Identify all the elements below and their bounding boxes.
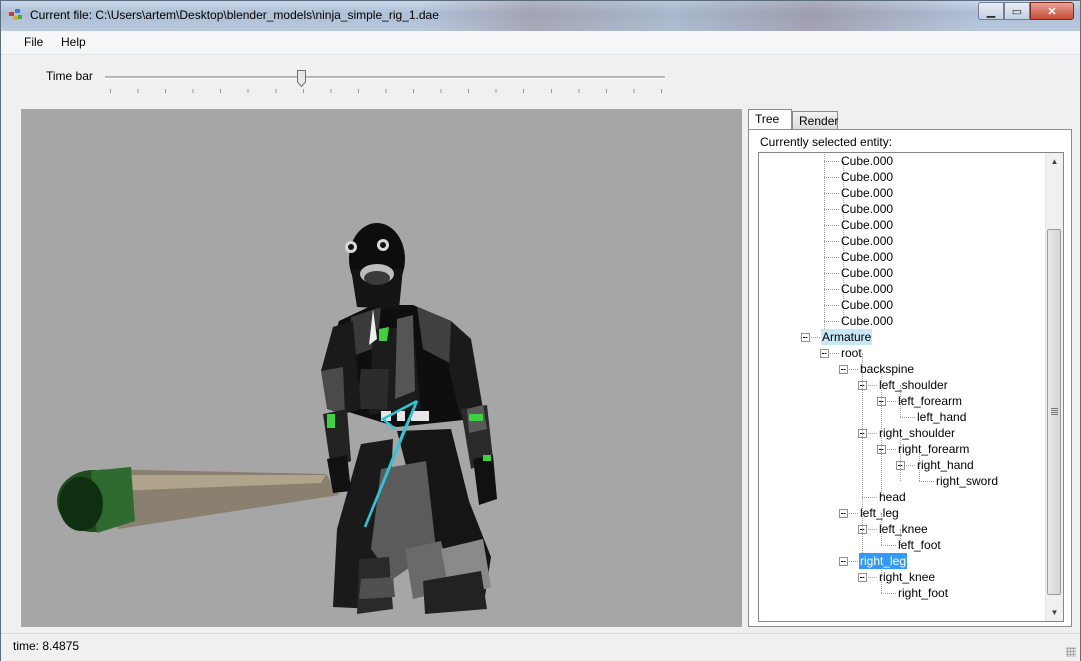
timebar-thumb[interactable] (297, 70, 306, 87)
scene-tree[interactable]: Cube.000 Cube.000 Cube.000 Cube.000 Cube.000… (758, 152, 1064, 622)
tree-guide-line (824, 305, 839, 306)
tree-guide-line (843, 513, 858, 514)
status-bar: time: 8.4875 (1, 633, 1080, 661)
tree-guide-line (824, 209, 839, 210)
tree-guide-line (862, 353, 863, 561)
tree-node[interactable]: Cube.000 (840, 217, 894, 233)
tree-node[interactable]: left_leg (859, 505, 900, 521)
resize-grip-icon[interactable] (1066, 647, 1076, 657)
tree-node[interactable]: left_foot (897, 537, 942, 553)
menu-help[interactable]: Help (61, 35, 86, 49)
tree-guide-line (824, 257, 839, 258)
tree-node[interactable]: right_hand (916, 457, 975, 473)
tree-node[interactable]: Cube.000 (840, 233, 894, 249)
timebar-label: Time bar (46, 69, 93, 83)
scroll-down-arrow[interactable]: ▼ (1046, 604, 1063, 621)
tree-node[interactable]: right_sword (935, 473, 999, 489)
tree-scrollbar[interactable]: ▲ ▼ (1045, 153, 1063, 621)
tree-guide-line (862, 529, 877, 530)
menu-bar: File Help (1, 31, 1080, 55)
tree-guide-line (900, 417, 915, 418)
status-time: time: 8.4875 (13, 639, 80, 653)
ninja-model-render (57, 223, 497, 614)
timebar-slider[interactable] (105, 67, 667, 97)
scroll-up-arrow[interactable]: ▲ (1046, 153, 1063, 170)
caption-buttons: ▁ ▭ ✕ (978, 2, 1074, 21)
title-bar-backdrop (421, 1, 981, 31)
tree-guide-line (843, 561, 858, 562)
tree-guide-line (862, 497, 877, 498)
tree-node[interactable]: left_hand (916, 409, 967, 425)
tab-tree[interactable]: Tree (748, 109, 792, 129)
timebar-track[interactable] (105, 76, 665, 79)
tree-guide-line (881, 449, 896, 450)
3d-viewport[interactable] (21, 109, 742, 627)
tree-guide-line (881, 593, 896, 594)
tree-node[interactable]: Cube.000 (840, 281, 894, 297)
tree-guide-line (862, 433, 877, 434)
tree-guide-line (862, 385, 877, 386)
tree-node[interactable]: head (878, 489, 907, 505)
menu-file[interactable]: File (24, 35, 43, 49)
tree-node[interactable]: left_knee (878, 521, 929, 537)
tree-node[interactable]: right_leg (859, 553, 908, 569)
tree-node[interactable]: Cube.000 (840, 169, 894, 185)
close-button[interactable]: ✕ (1030, 2, 1074, 20)
tree-guide-line (824, 321, 839, 322)
tree-guide-line (824, 161, 839, 162)
tab-render[interactable]: Render (792, 111, 838, 129)
tree-node[interactable]: right_forearm (897, 441, 970, 457)
tree-guide-line (900, 465, 915, 466)
scrollbar-thumb[interactable] (1047, 229, 1061, 595)
tree-node[interactable]: root (840, 345, 863, 361)
tree-guide-line (843, 369, 858, 370)
sword-model (57, 467, 339, 533)
tree-guide-line (824, 177, 839, 178)
tree-node[interactable]: left_forearm (897, 393, 963, 409)
tree-node[interactable]: backspine (859, 361, 915, 377)
tree-guide-line (824, 193, 839, 194)
tree-guide-line (824, 353, 839, 354)
tree-node[interactable]: Cube.000 (840, 297, 894, 313)
tree-guide-line (824, 225, 839, 226)
tree-guide-line (824, 153, 825, 337)
maximize-button[interactable]: ▭ (1004, 2, 1030, 20)
side-panel: Tree Render Currently selected entity: C… (748, 109, 1072, 627)
tree-guide-line (805, 337, 820, 338)
tree-node[interactable]: left_shoulder (878, 377, 949, 393)
tree-node[interactable]: right_shoulder (878, 425, 956, 441)
app-icon (9, 9, 22, 20)
tree-guide-line (881, 401, 896, 402)
tree-guide-line (824, 289, 839, 290)
window-title: Current file: C:\Users\artem\Desktop\ble… (30, 8, 439, 22)
selected-entity-label: Currently selected entity: (760, 135, 893, 149)
tree-node[interactable]: Cube.000 (840, 313, 894, 329)
timebar-ticks (110, 89, 662, 93)
tree-guide-line (824, 241, 839, 242)
scrollbar-grip-icon (1051, 408, 1058, 415)
tree-guide-line (881, 545, 896, 546)
tree-guide-line (824, 273, 839, 274)
minimize-button[interactable]: ▁ (978, 2, 1004, 20)
tab-tree-content: Currently selected entity: Cube.000 Cube.… (748, 129, 1072, 627)
tree-node[interactable]: Cube.000 (840, 201, 894, 217)
tree-node[interactable]: Cube.000 (840, 265, 894, 281)
tree-node[interactable]: right_foot (897, 585, 949, 601)
tree-node[interactable]: Cube.000 (840, 153, 894, 169)
tree-node[interactable]: right_knee (878, 569, 936, 585)
app-window: Current file: C:\Users\artem\Desktop\ble… (0, 0, 1081, 661)
title-bar[interactable]: Current file: C:\Users\artem\Desktop\ble… (1, 1, 1080, 31)
tree-guide-line (919, 481, 934, 482)
tree-node[interactable]: Armature (821, 329, 873, 345)
tree-node[interactable]: Cube.000 (840, 249, 894, 265)
tree-node[interactable]: Cube.000 (840, 185, 894, 201)
tree-guide-line (862, 577, 877, 578)
